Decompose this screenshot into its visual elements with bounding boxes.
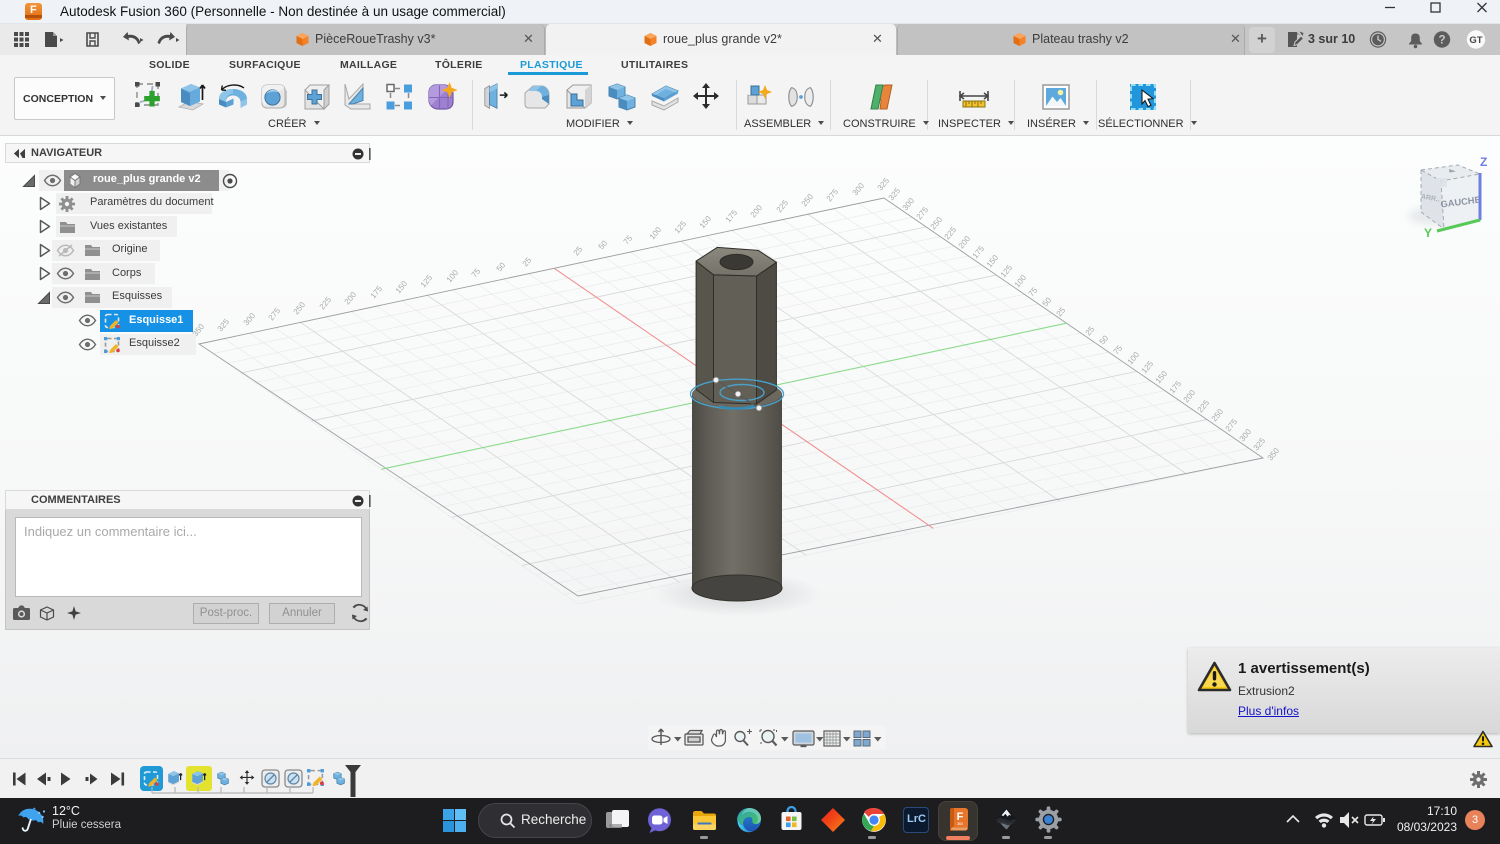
svg-text:275: 275 (825, 187, 841, 203)
svg-text:360: 360 (957, 822, 963, 826)
svg-text:?: ? (1438, 35, 1445, 47)
svg-text:75: 75 (470, 266, 483, 279)
svg-text:200: 200 (1182, 388, 1198, 404)
svg-text:150: 150 (1154, 369, 1170, 385)
svg-text:325: 325 (876, 176, 892, 192)
svg-text:100: 100 (1126, 350, 1142, 366)
svg-text:100: 100 (445, 268, 461, 284)
svg-text:325: 325 (887, 186, 903, 202)
svg-text:25: 25 (572, 244, 585, 257)
svg-text:225: 225 (1196, 398, 1212, 414)
svg-text:275: 275 (915, 205, 931, 221)
svg-text:225: 225 (943, 225, 959, 241)
svg-text:350: 350 (1266, 446, 1282, 462)
svg-text:125: 125 (999, 263, 1015, 279)
svg-text:25: 25 (1084, 324, 1097, 337)
svg-text:175: 175 (971, 244, 987, 260)
svg-text:225: 225 (775, 198, 791, 214)
svg-text:50: 50 (495, 260, 508, 273)
svg-text:125: 125 (1140, 359, 1156, 375)
svg-text:300: 300 (901, 196, 917, 212)
svg-text:50: 50 (597, 238, 610, 251)
svg-text:125: 125 (673, 219, 689, 235)
svg-text:150: 150 (985, 253, 1001, 269)
svg-text:200: 200 (749, 203, 765, 219)
svg-text:150: 150 (698, 214, 714, 230)
svg-text:250: 250 (929, 215, 945, 231)
svg-text:150: 150 (394, 279, 410, 295)
svg-text:50: 50 (1098, 333, 1111, 346)
svg-text:300: 300 (1238, 427, 1254, 443)
svg-text:Y: Y (1424, 226, 1432, 240)
svg-text:75: 75 (622, 233, 635, 246)
svg-text:250: 250 (800, 192, 816, 208)
svg-text:250: 250 (1210, 407, 1226, 423)
svg-text:175: 175 (369, 284, 385, 300)
svg-text:325: 325 (1252, 436, 1268, 452)
svg-text:Z: Z (1480, 155, 1487, 169)
svg-text:75: 75 (1112, 343, 1125, 356)
svg-text:25: 25 (521, 255, 534, 268)
svg-text:125: 125 (419, 273, 435, 289)
svg-text:175: 175 (724, 208, 740, 224)
svg-text:300: 300 (851, 181, 867, 197)
svg-text:200: 200 (957, 234, 973, 250)
svg-text:GT: GT (1469, 35, 1482, 46)
svg-text:75: 75 (1027, 285, 1040, 298)
svg-text:100: 100 (1013, 273, 1029, 289)
svg-text:100: 100 (648, 225, 664, 241)
svg-text:275: 275 (1224, 417, 1240, 433)
svg-text:175: 175 (1168, 379, 1184, 395)
